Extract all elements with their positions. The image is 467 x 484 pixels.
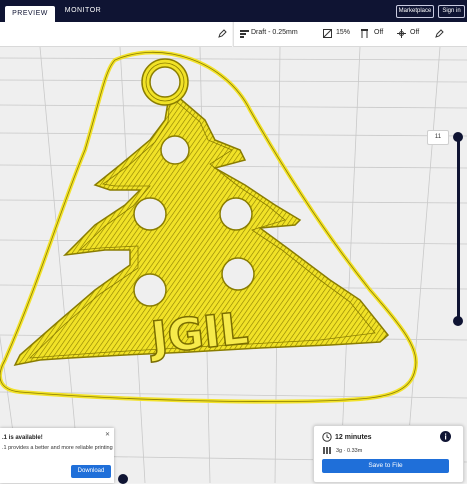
print-time: 12 minutes (335, 434, 372, 441)
download-button[interactable]: Download (71, 465, 111, 478)
update-title: .1 is available! (2, 435, 43, 441)
infill-icon (323, 29, 332, 38)
support-value: Off (374, 29, 384, 36)
update-message: .1 provides a better and more reliable p… (2, 445, 113, 451)
model-text: JGIL (146, 303, 251, 364)
sign-in-button[interactable]: Sign in (438, 5, 465, 18)
filament-icon (323, 447, 331, 454)
infill-value: 15% (336, 29, 351, 36)
adhesion-value: Off (410, 29, 420, 36)
update-notification: ✕ .1 is available! .1 provides a better … (0, 428, 114, 483)
info-icon[interactable] (440, 431, 451, 442)
clock-icon (322, 432, 332, 442)
pencil-icon[interactable] (218, 29, 227, 38)
profile-layers-icon (240, 30, 249, 38)
layer-slider-top-handle[interactable] (453, 132, 463, 142)
layer-slider-track[interactable] (457, 137, 460, 321)
save-to-file-button[interactable]: Save to File (322, 459, 449, 473)
printer-selector-bar[interactable] (0, 22, 232, 47)
layer-number-input[interactable]: 11 (427, 130, 449, 145)
hanging-loop (141, 58, 189, 106)
print-settings-bar[interactable]: Draft - 0.25mm 15% Off Off (233, 22, 467, 47)
material-usage: 3g · 0.33m (336, 448, 363, 454)
layer-slider-bottom-handle[interactable] (453, 316, 463, 326)
print-summary-panel: 12 minutes 3g · 0.33m Save to File (313, 425, 464, 483)
model-viewport[interactable]: JGIL (0, 47, 467, 483)
support-icon (361, 29, 368, 38)
close-icon[interactable]: ✕ (105, 431, 110, 438)
pencil-icon[interactable] (435, 29, 444, 38)
adhesion-icon (397, 29, 406, 38)
profile-label: Draft - 0.25mm (251, 29, 298, 36)
tab-preview[interactable]: PREVIEW (5, 6, 55, 22)
app-header: PREVIEW MONITOR Marketplace Sign in (0, 0, 467, 22)
tab-monitor[interactable]: MONITOR (62, 4, 104, 18)
marketplace-button[interactable]: Marketplace (396, 5, 434, 18)
